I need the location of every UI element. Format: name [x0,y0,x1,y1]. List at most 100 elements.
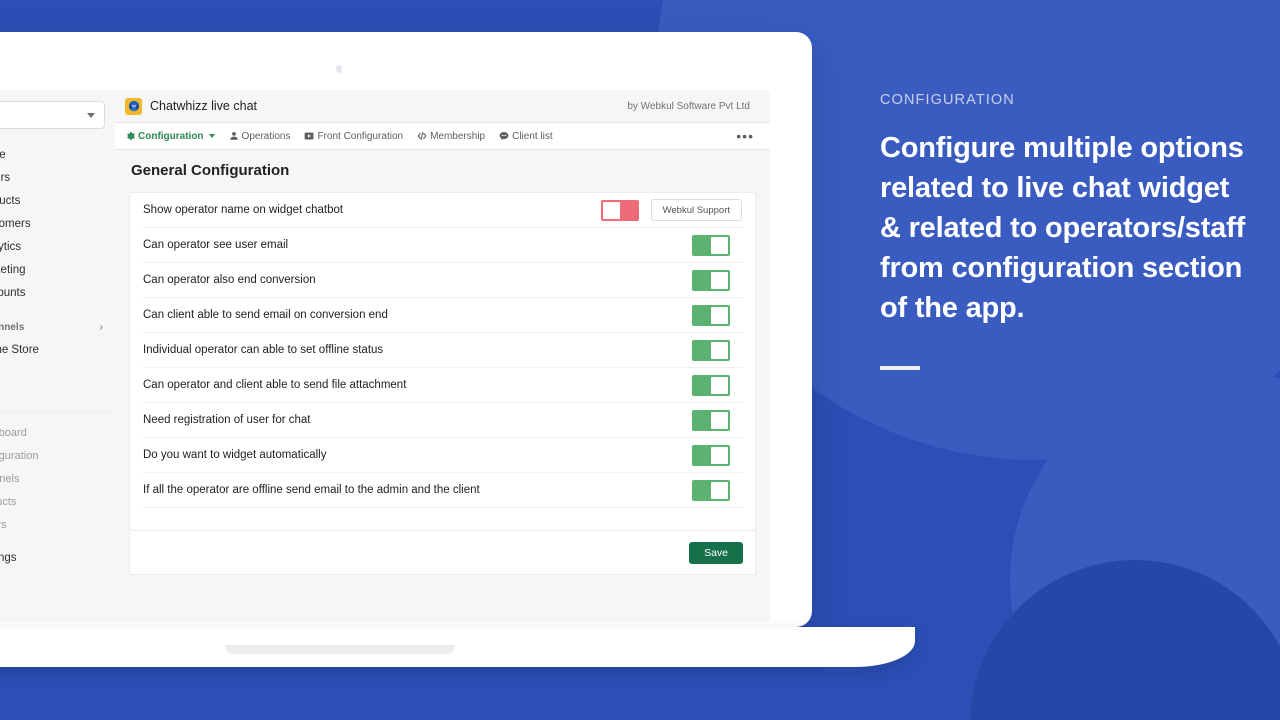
tab-label: Client list [512,130,553,142]
laptop-mockup: Store Home Orders [0,0,915,700]
chevron-down-icon [87,112,95,118]
save-button[interactable]: Save [689,541,743,564]
config-row: Can operator also end conversion [142,263,743,298]
toggle-need-registration[interactable] [692,409,730,431]
chevron-right-icon: › [99,321,103,333]
laptop-base-notch [225,645,455,654]
toggle-knob [711,236,728,254]
gear-icon [127,132,135,140]
tab-overflow-button[interactable]: ••• [736,129,754,143]
sidebar-subitem-dashboard[interactable]: Dashboard [0,421,115,444]
app-title: Chatwhizz live chat [150,99,257,113]
config-row-label: Can operator also end conversion [143,274,316,286]
toggle-knob [711,481,728,499]
sidebar: Store Home Orders [0,90,115,622]
tab-membership[interactable]: Membership [417,131,485,142]
promo-eyebrow: CONFIGURATION [880,92,1015,108]
toggle-knob [711,306,728,324]
toggle-operator-end-conversion[interactable] [692,269,730,291]
sidebar-item-marketing[interactable]: Marketing [0,258,115,281]
config-row: Can operator see user email [142,228,743,263]
toggle-knob [711,341,728,359]
sidebar-subitem-products[interactable]: Products [0,490,115,513]
laptop-screen: Store Home Orders [0,90,770,622]
toggle-knob [602,201,620,219]
config-row-label: Can operator see user email [143,239,289,251]
card-spacer [142,508,743,530]
sidebar-item-customers[interactable]: Customers [0,212,115,235]
headset-avatar-icon [125,97,142,115]
laptop-webcam [336,65,342,73]
tab-client-list[interactable]: Client list [499,131,553,142]
app-content: General Configuration Show operator name… [115,150,770,622]
config-row: Can operator and client able to send fil… [142,368,743,403]
store-selector[interactable]: Store [0,101,105,129]
config-row-label: Show operator name on widget chatbot [143,204,344,216]
sidebar-item-label: Discounts [0,286,26,299]
chevron-down-icon [208,134,215,138]
tab-label: Operations [241,130,291,142]
laptop-base [0,627,915,667]
page-title: General Configuration [131,162,290,179]
toggle-offline-send-email[interactable] [692,479,730,501]
sidebar-item-label: Home [0,148,6,161]
code-brackets-icon [417,132,427,140]
chat-bubble-icon [499,132,509,140]
toggle-knob [711,446,728,464]
webkul-support-button[interactable]: Webkul Support [650,199,742,221]
sidebar-subitem-channels[interactable]: Channels [0,467,115,490]
tab-label: Membership [430,130,486,142]
app-header: Chatwhizz live chat by Webkul Software P… [115,90,770,123]
toggle-knob [711,271,728,289]
app-publisher: by Webkul Software Pvt Ltd [627,100,750,112]
sidebar-item-label: Online Store [0,343,39,356]
display-icon [305,132,314,140]
toggle-widget-automatically[interactable] [692,444,730,466]
toggle-operator-see-user-email[interactable] [692,234,730,256]
sidebar-item-settings[interactable]: Settings [0,546,115,569]
tab-front-configuration[interactable]: Front Configuration [304,131,403,142]
sidebar-item-online-store[interactable]: Online Store [0,338,115,361]
sidebar-item-label: Products [0,194,21,207]
toggle-knob [711,411,728,429]
config-row-label: Need registration of user for chat [143,414,311,426]
config-row: If all the operator are offline send ema… [142,473,743,508]
config-row: Do you want to widget automatically [142,438,743,473]
sidebar-item-label: Customers [0,217,31,230]
config-row-label: Can operator and client able to send fil… [143,379,407,391]
sidebar-item-home[interactable]: Home [0,143,115,166]
toggle-file-attachment[interactable] [692,374,730,396]
sidebar-item-label: Orders [0,171,11,184]
sidebar-subitem-configuration[interactable]: Configuration [0,444,115,467]
toggle-client-send-email[interactable] [692,304,730,326]
promo-panel: CONFIGURATION Configure multiple options… [880,92,1250,370]
sidebar-item-label: Settings [0,551,17,564]
sidebar-item-analytics[interactable]: Analytics [0,235,115,258]
sidebar-section-label: Sales channels [0,321,25,333]
sidebar-item-label: Analytics [0,240,22,253]
tab-label: Front Configuration [317,130,404,142]
general-configuration-card: Show operator name on widget chatbot Web… [129,192,756,531]
toggle-show-operator-name[interactable] [600,199,639,221]
toggle-operator-offline-status[interactable] [692,339,730,361]
tab-configuration[interactable]: Configuration [125,131,215,142]
toggle-knob [711,376,728,394]
promo-accent-rule [880,366,920,370]
sidebar-item-orders[interactable]: Orders [0,166,115,189]
config-row-label: Do you want to widget automatically [143,449,327,461]
shopify-admin: Store Home Orders [0,90,770,622]
person-icon [229,131,238,140]
config-row: Individual operator can able to set offl… [142,333,743,368]
sidebar-item-discounts[interactable]: Discounts [0,281,115,304]
sidebar-item-products[interactable]: Products [0,189,115,212]
promo-headline: Configure multiple options related to li… [880,132,1246,324]
config-row-label: If all the operator are offline send ema… [143,484,480,496]
config-row: Need registration of user for chat [142,403,743,438]
sidebar-subitem-orders[interactable]: Orders [0,513,115,536]
app-tabbar: Configuration Operations Front Configura… [115,123,770,150]
sidebar-subnav: Dashboard Configuration Channels Product… [0,411,115,536]
embedded-app: Chatwhizz live chat by Webkul Software P… [115,90,770,622]
sidebar-section-sales-channels[interactable]: Sales channels › [0,316,115,338]
card-footer: Save [129,531,756,575]
tab-operations[interactable]: Operations [229,130,291,142]
